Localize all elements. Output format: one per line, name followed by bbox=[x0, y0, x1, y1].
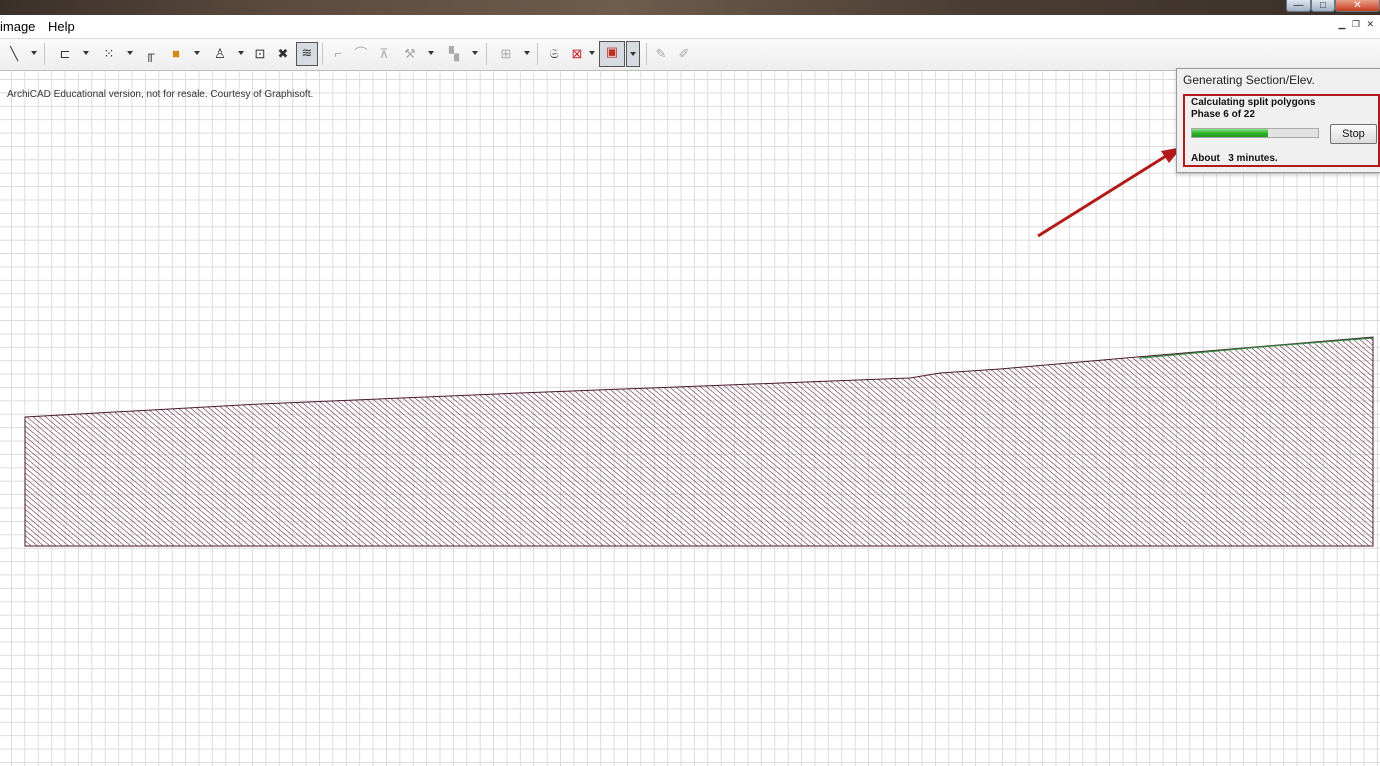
elevate-icon[interactable]: ⊼ bbox=[374, 44, 394, 64]
mdi-window-controls[interactable]: ▁ ❐ ✕ bbox=[1338, 19, 1376, 30]
dimension-tool-icon[interactable]: ⊏ bbox=[55, 44, 75, 64]
curve-icon[interactable]: ⌒ bbox=[351, 44, 371, 64]
hammer-dropdown[interactable] bbox=[428, 51, 434, 55]
layer-icon[interactable]: ■ bbox=[166, 44, 186, 64]
section-tool-icon[interactable]: ≋ bbox=[296, 42, 318, 66]
progress-task-label: Calculating split polygons bbox=[1191, 97, 1316, 108]
arc-icon[interactable]: ⌐ bbox=[328, 44, 348, 64]
layer-dropdown[interactable] bbox=[194, 51, 200, 55]
fill-tool-icon[interactable]: ⁙ bbox=[99, 44, 119, 64]
dimension-tool-dropdown[interactable] bbox=[83, 51, 89, 55]
dialog-title: Generating Section/Elev. bbox=[1183, 73, 1315, 87]
toolbar-separator bbox=[486, 43, 487, 65]
delete-icon[interactable]: ✖ bbox=[273, 44, 293, 64]
menu-help[interactable]: Help bbox=[48, 19, 75, 34]
window-titlebar: — □ ✕ bbox=[0, 0, 1380, 15]
wall-end-icon[interactable]: ╓ bbox=[140, 44, 160, 64]
group-icon[interactable]: ▚ bbox=[444, 44, 464, 64]
progress-phase-label: Phase 6 of 22 bbox=[1191, 109, 1255, 120]
window-minimize-button[interactable]: — bbox=[1286, 0, 1311, 12]
section-drawing bbox=[24, 336, 1374, 547]
menu-image[interactable]: image bbox=[0, 19, 35, 34]
hammer-icon[interactable]: ⚒ bbox=[400, 44, 420, 64]
library-icon[interactable]: 𝔖 bbox=[544, 44, 564, 64]
select-icon[interactable]: ⊞ bbox=[496, 44, 516, 64]
progress-bar-fill bbox=[1192, 129, 1268, 137]
window-close-button[interactable]: ✕ bbox=[1335, 0, 1380, 12]
group-dropdown[interactable] bbox=[472, 51, 478, 55]
menu-bar: image Help ▁ ❐ ✕ bbox=[0, 15, 1380, 39]
render-dropdown[interactable] bbox=[626, 41, 640, 67]
label-icon[interactable]: ⊡ bbox=[250, 44, 270, 64]
pencil-icon[interactable]: ✎ bbox=[651, 44, 671, 64]
progress-eta-label: About 3 minutes. bbox=[1191, 153, 1278, 164]
toolbar-separator bbox=[44, 43, 45, 65]
toolbar-separator bbox=[537, 43, 538, 65]
stop-button[interactable]: Stop bbox=[1330, 124, 1377, 144]
toolbar: ╲ ⊏ ⁙ ╓ ■ ♙ ⊡ ✖ ≋ ⌐ ⌒ ⊼ ⚒ ▚ ⊞ 𝔖 ⊠ ▣ ✎ ✐ bbox=[0, 39, 1380, 71]
pencil-alt-icon[interactable]: ✐ bbox=[674, 44, 694, 64]
toolbar-separator bbox=[646, 43, 647, 65]
line-tool-dropdown[interactable] bbox=[31, 51, 37, 55]
marker-dropdown[interactable] bbox=[238, 51, 244, 55]
fill-tool-dropdown[interactable] bbox=[127, 51, 133, 55]
drawing-canvas[interactable]: ArchiCAD Educational version, not for re… bbox=[0, 71, 1380, 766]
toolbar-separator bbox=[322, 43, 323, 65]
progress-bar bbox=[1191, 128, 1319, 138]
grid-icon[interactable]: ⊠ bbox=[567, 44, 587, 64]
render-icon[interactable]: ▣ bbox=[599, 41, 625, 67]
grid-dropdown[interactable] bbox=[589, 51, 595, 55]
window-maximize-button[interactable]: □ bbox=[1311, 0, 1335, 12]
line-tool-icon[interactable]: ╲ bbox=[4, 44, 24, 64]
select-dropdown[interactable] bbox=[524, 51, 530, 55]
terrain-section-polygon bbox=[24, 336, 1374, 547]
progress-dialog: Generating Section/Elev. Calculating spl… bbox=[1176, 68, 1380, 173]
marker-icon[interactable]: ♙ bbox=[210, 44, 230, 64]
